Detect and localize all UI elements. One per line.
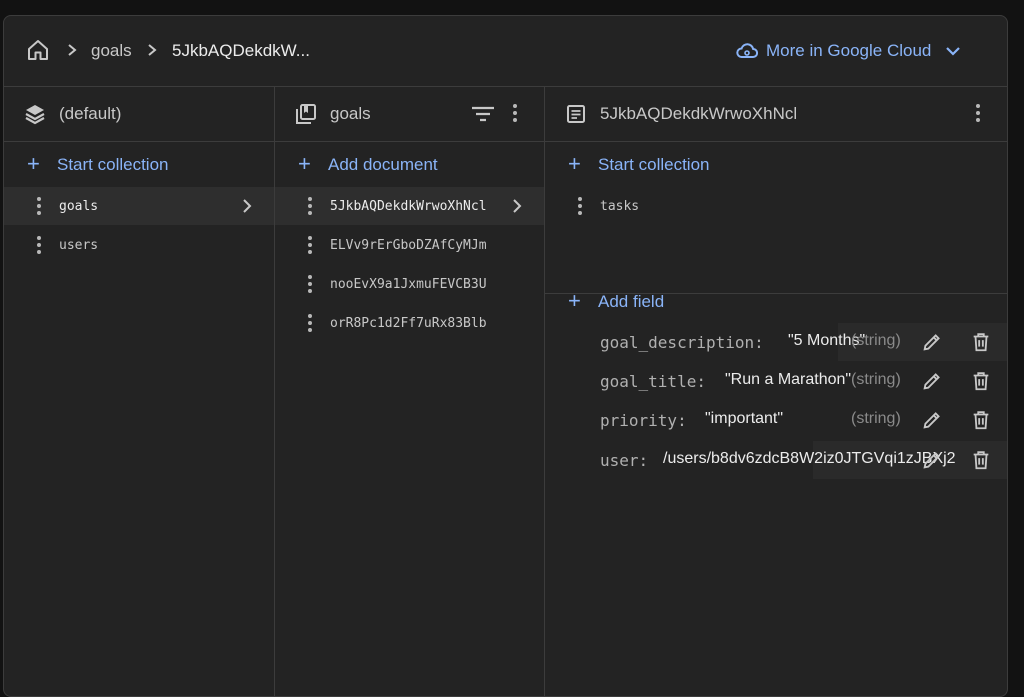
chevron-right-icon (148, 44, 157, 56)
edit-icon[interactable] (921, 331, 943, 353)
collection-item-goals[interactable]: goals (4, 187, 274, 225)
start-collection-button[interactable]: + Start collection (4, 145, 274, 185)
filter-icon[interactable] (471, 105, 495, 123)
more-vert-icon[interactable] (307, 197, 313, 217)
delete-icon[interactable] (970, 449, 992, 471)
field-name: goal_title: (600, 372, 706, 391)
firestore-data-panel: goals 5JkbAQDekdkW... More in Google Clo… (3, 15, 1008, 697)
document-id: 5JkbAQDekdkWrwoXhNcl (330, 199, 487, 214)
add-field-label: Add field (598, 292, 665, 311)
start-collection-label: Start collection (598, 155, 710, 174)
field-row-goal-description[interactable]: goal_description: "5 Months" (string) (545, 324, 1007, 360)
database-title: (default) (59, 104, 122, 123)
chevron-right-icon (513, 199, 522, 213)
more-vert-icon[interactable] (975, 104, 981, 124)
document-title: 5JkbAQDekdkWrwoXhNcl (600, 104, 798, 123)
more-vert-icon[interactable] (512, 104, 518, 124)
field-row-priority[interactable]: priority: "important" (string) (545, 402, 1007, 438)
document-id: ELVv9rErGboDZAfCyMJm (330, 238, 487, 253)
start-subcollection-button[interactable]: + Start collection (545, 145, 1007, 185)
more-vert-icon[interactable] (36, 236, 42, 256)
home-icon[interactable] (26, 38, 50, 62)
collection-name: goals (59, 199, 99, 214)
document-item[interactable]: orR8Pc1d2Ff7uRx83Blb (275, 304, 544, 342)
collection-title: goals (330, 104, 371, 123)
edit-icon[interactable] (921, 409, 943, 431)
more-in-google-cloud-label: More in Google Cloud (766, 41, 932, 60)
plus-icon: + (568, 288, 581, 313)
cloud-icon (736, 43, 758, 59)
start-collection-label: Start collection (57, 155, 169, 174)
more-vert-icon[interactable] (36, 197, 42, 217)
field-type: (string) (851, 332, 901, 349)
more-in-google-cloud-link[interactable]: More in Google Cloud (736, 39, 969, 63)
field-name: priority: (600, 411, 687, 430)
subcollection-name: tasks (600, 199, 640, 214)
collection-name: users (59, 238, 99, 253)
delete-icon[interactable] (970, 409, 992, 431)
more-vert-icon[interactable] (307, 236, 313, 256)
plus-icon: + (298, 151, 311, 176)
document-item[interactable]: nooEvX9a1JxmuFEVCB3U (275, 265, 544, 303)
delete-icon[interactable] (970, 331, 992, 353)
field-value: "Run a Marathon" (725, 371, 852, 388)
document-item[interactable]: 5JkbAQDekdkWrwoXhNcl (275, 187, 544, 225)
more-vert-icon[interactable] (307, 275, 313, 295)
field-type: (string) (851, 410, 901, 427)
breadcrumb-document[interactable]: 5JkbAQDekdkW... (172, 41, 310, 61)
database-stack-icon (25, 105, 45, 125)
field-name: user: (600, 451, 649, 470)
add-field-button[interactable]: + Add field (545, 282, 1007, 322)
more-vert-icon[interactable] (577, 197, 583, 217)
more-vert-icon[interactable] (307, 314, 313, 334)
plus-icon: + (568, 151, 581, 176)
subcollection-item-tasks[interactable]: tasks (545, 187, 1007, 225)
document-item[interactable]: ELVv9rErGboDZAfCyMJm (275, 226, 544, 264)
add-document-label: Add document (328, 155, 438, 174)
field-row-goal-title[interactable]: goal_title: "Run a Marathon" (string) (545, 363, 1007, 399)
document-id: nooEvX9a1JxmuFEVCB3U (330, 277, 487, 292)
edit-icon[interactable] (921, 370, 943, 392)
chevron-right-icon (68, 44, 77, 56)
field-value: "important" (705, 410, 784, 427)
field-type: (string) (851, 371, 901, 388)
chevron-right-icon (243, 199, 252, 213)
collection-column-header: goals (275, 87, 544, 142)
root-column-header: (default) (4, 87, 274, 142)
collection-icon (296, 104, 316, 124)
document-column-header: 5JkbAQDekdkWrwoXhNcl (545, 87, 1007, 142)
field-name: goal_description: (600, 333, 764, 352)
collection-item-users[interactable]: users (4, 226, 274, 264)
delete-icon[interactable] (970, 370, 992, 392)
collection-column: goals + Add document 5JkbAQDekdkWrwoXhNc… (275, 87, 545, 696)
root-column: (default) + Start collection goals users (4, 87, 275, 696)
edit-icon[interactable] (921, 449, 943, 471)
field-row-user[interactable]: user: /users/b8dv6zdcB8W2iz0JTGVqi1zJBXj… (545, 442, 1007, 478)
breadcrumb-bar: goals 5JkbAQDekdkW... More in Google Clo… (4, 16, 1007, 87)
field-value: /users/b8dv6zdcB8W2iz0JTGVqi1zJBXj2 (663, 450, 956, 467)
document-id: orR8Pc1d2Ff7uRx83Blb (330, 316, 487, 331)
add-document-button[interactable]: + Add document (275, 145, 544, 185)
plus-icon: + (27, 151, 40, 176)
document-icon (567, 105, 585, 123)
breadcrumb-goals[interactable]: goals (91, 41, 132, 61)
chevron-down-icon (946, 47, 961, 56)
document-column: 5JkbAQDekdkWrwoXhNcl + Start collection … (545, 87, 1007, 696)
